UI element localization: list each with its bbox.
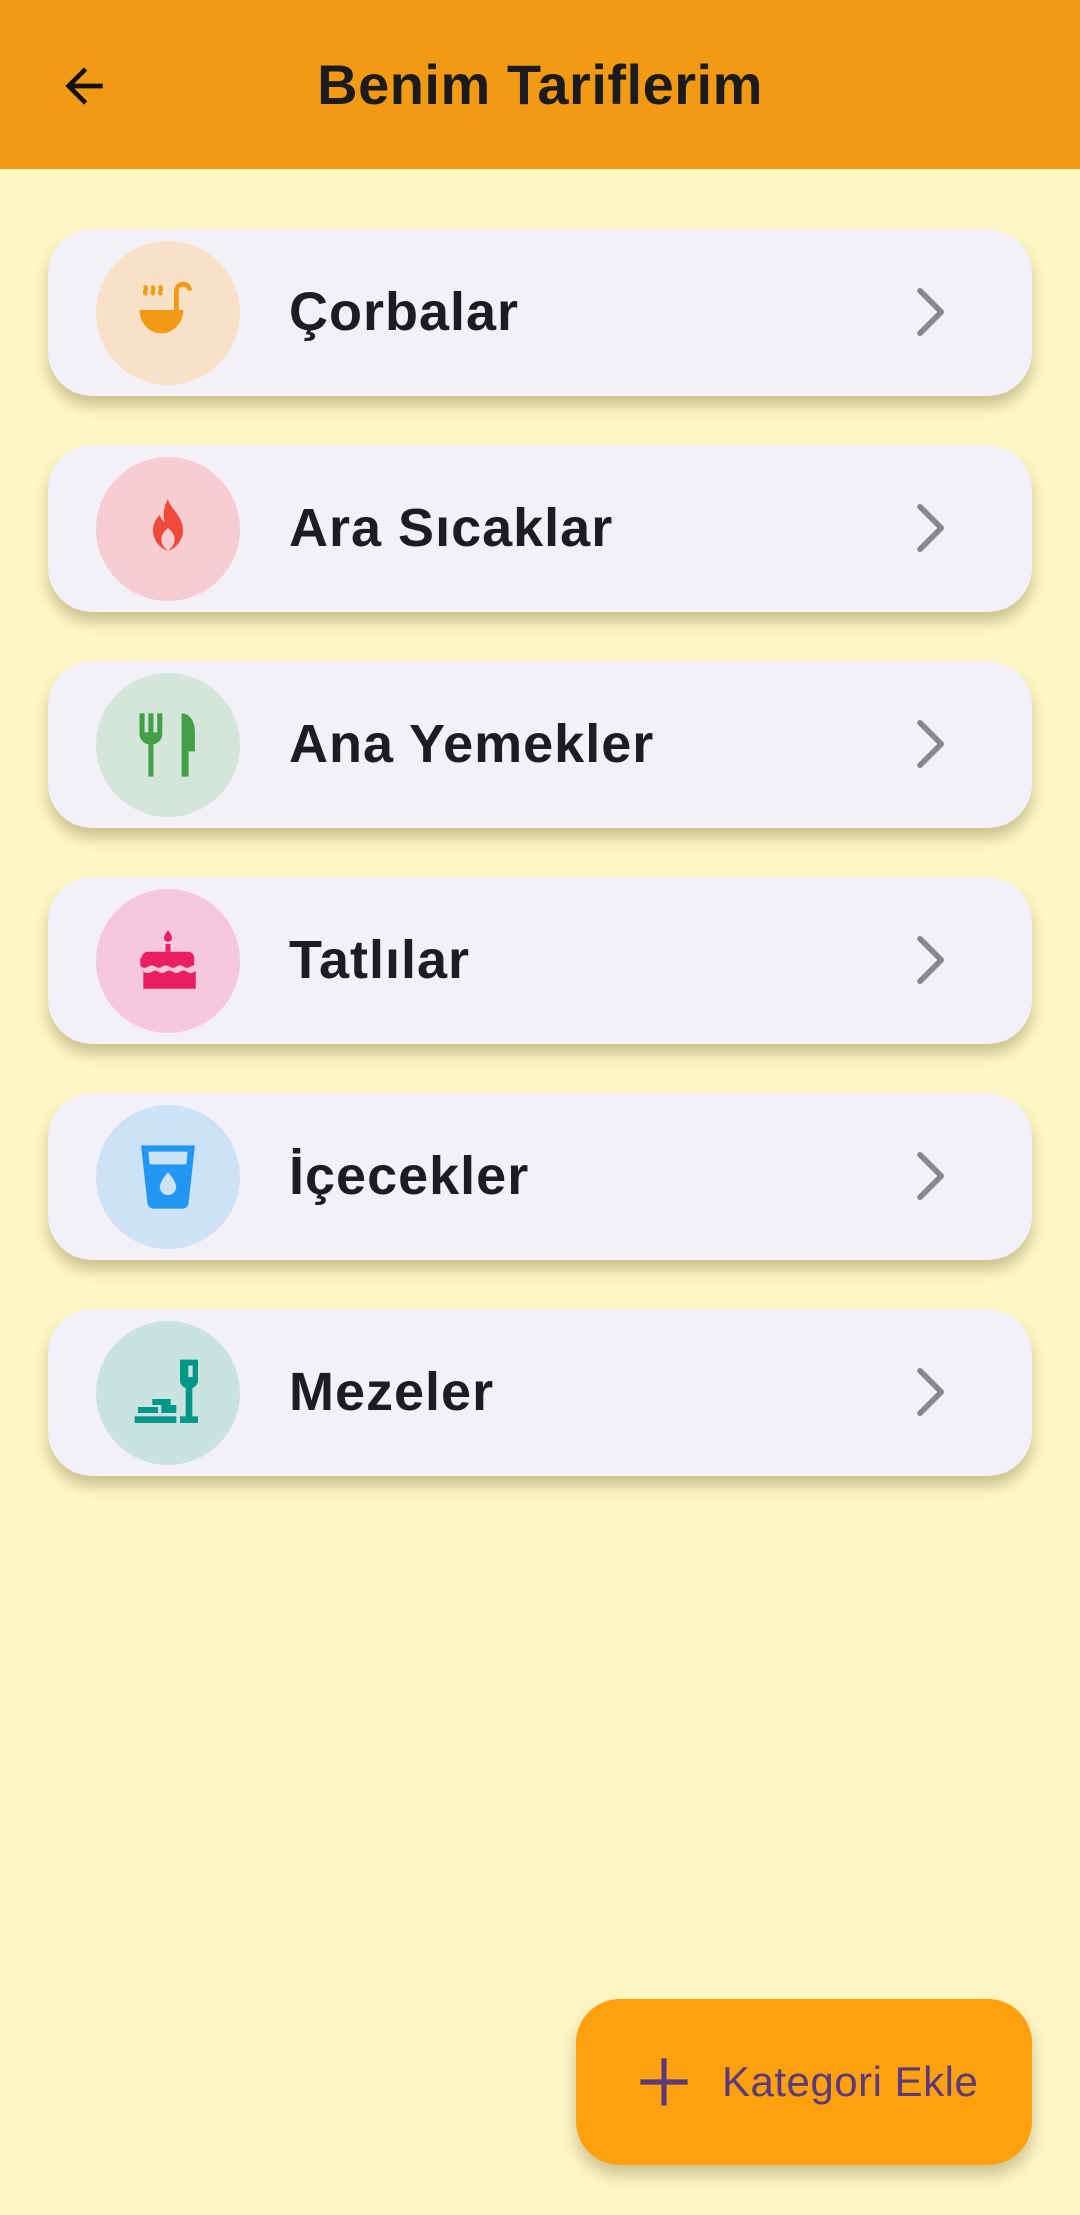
- chevron-right-icon: [917, 504, 944, 552]
- chevron-right-icon: [917, 1152, 944, 1200]
- chevron-right-icon: [917, 288, 944, 336]
- category-label: Mezeler: [289, 1362, 495, 1422]
- page-title: Benim Tariflerim: [317, 53, 763, 116]
- category-icon-circle: [96, 1321, 240, 1465]
- cake-icon: [140, 930, 196, 989]
- category-label: Ara Sıcaklar: [289, 498, 614, 558]
- appetizer-wine-icon: [134, 1359, 198, 1423]
- add-category-label: Kategori Ekle: [722, 2058, 979, 2105]
- category-card-ana-yemekler[interactable]: Ana Yemekler: [48, 661, 1032, 828]
- category-label: Tatlılar: [289, 930, 471, 990]
- category-icon-circle: [96, 673, 240, 817]
- category-icon-circle: [96, 241, 240, 385]
- category-label: Ana Yemekler: [289, 714, 655, 774]
- category-card-ara-sicaklar[interactable]: Ara Sıcaklar: [48, 445, 1032, 612]
- flame-icon: [153, 499, 183, 551]
- category-list: Çorbalar Ara Sıcaklar Ana Yemekler Tatlı…: [48, 229, 1032, 1525]
- chevron-right-icon: [917, 936, 944, 984]
- water-glass-icon: [141, 1145, 195, 1209]
- category-card-tatlilar[interactable]: Tatlılar: [48, 877, 1032, 1044]
- category-card-corbalar[interactable]: Çorbalar: [48, 229, 1032, 396]
- category-card-icecekler[interactable]: İçecekler: [48, 1093, 1032, 1260]
- category-card-mezeler[interactable]: Mezeler: [48, 1309, 1032, 1476]
- plus-icon: [640, 2058, 688, 2106]
- category-label: İçecekler: [289, 1146, 530, 1206]
- app-bar: Benim Tariflerim: [0, 0, 1080, 169]
- category-icon-circle: [96, 1105, 240, 1249]
- category-icon-circle: [96, 457, 240, 601]
- chevron-right-icon: [917, 1368, 944, 1416]
- soup-ladle-icon: [139, 281, 192, 334]
- category-label: Çorbalar: [289, 282, 520, 342]
- add-category-button[interactable]: Kategori Ekle: [576, 1999, 1032, 2165]
- category-icon-circle: [96, 889, 240, 1033]
- fork-knife-icon: [139, 713, 195, 777]
- chevron-right-icon: [917, 720, 944, 768]
